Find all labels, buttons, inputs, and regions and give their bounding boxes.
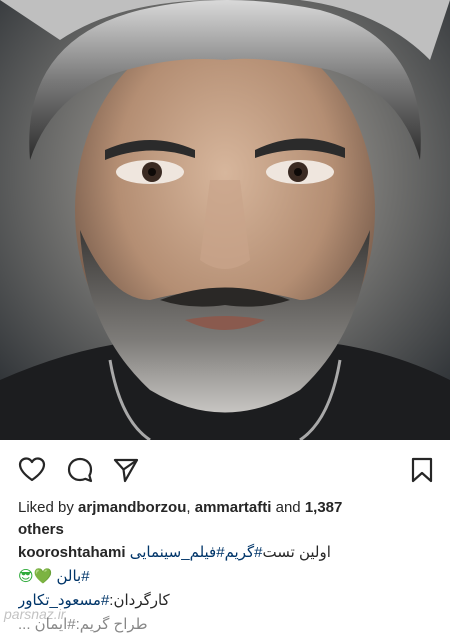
post-image[interactable] [0, 0, 450, 440]
caption-username[interactable]: kooroshtahami [18, 544, 126, 561]
post-actions-bar [0, 452, 450, 488]
caption-emoji: 😎💚 [18, 568, 53, 585]
site-watermark: parsnaz.ir [4, 606, 66, 622]
caption-line-1: kooroshtahami اولین تست#گریم#فیلم_سینمای… [18, 541, 438, 565]
heart-icon[interactable] [18, 456, 46, 484]
liker-link-1[interactable]: arjmandborzou [78, 499, 186, 516]
caption-director-label: کارگردان: [109, 592, 170, 609]
caption-hashtags-1[interactable]: #گریم#فیلم_سینمایی [130, 544, 263, 561]
bookmark-icon[interactable] [408, 456, 436, 484]
likes-others[interactable]: others [18, 521, 64, 538]
send-icon[interactable] [112, 456, 140, 484]
caption-line-3: کارگردان:#مسعود_تکاور [18, 589, 438, 613]
liker-link-2[interactable]: ammartafti [195, 499, 272, 516]
caption-line-4: طراح گریم:#ایمان ... [18, 613, 438, 637]
comment-icon[interactable] [66, 456, 94, 484]
likes-count[interactable]: 1,387 [305, 499, 343, 516]
caption-line-2: 😎💚 #بالن [18, 565, 438, 589]
portrait-illustration [0, 0, 450, 440]
likes-separator: , [186, 499, 195, 516]
likes-prefix: Liked by [18, 499, 79, 516]
caption-text-1: اولین تست#گریم#فیلم_سینمایی [130, 544, 331, 561]
likes-and: and [271, 499, 305, 516]
likes-summary: Liked by arjmandborzou, ammartafti and 1… [18, 497, 438, 541]
caption-intro: اولین تست [262, 544, 331, 561]
post-caption: kooroshtahami اولین تست#گریم#فیلم_سینمای… [18, 541, 438, 637]
caption-hashtag-2[interactable]: #بالن [57, 568, 90, 585]
